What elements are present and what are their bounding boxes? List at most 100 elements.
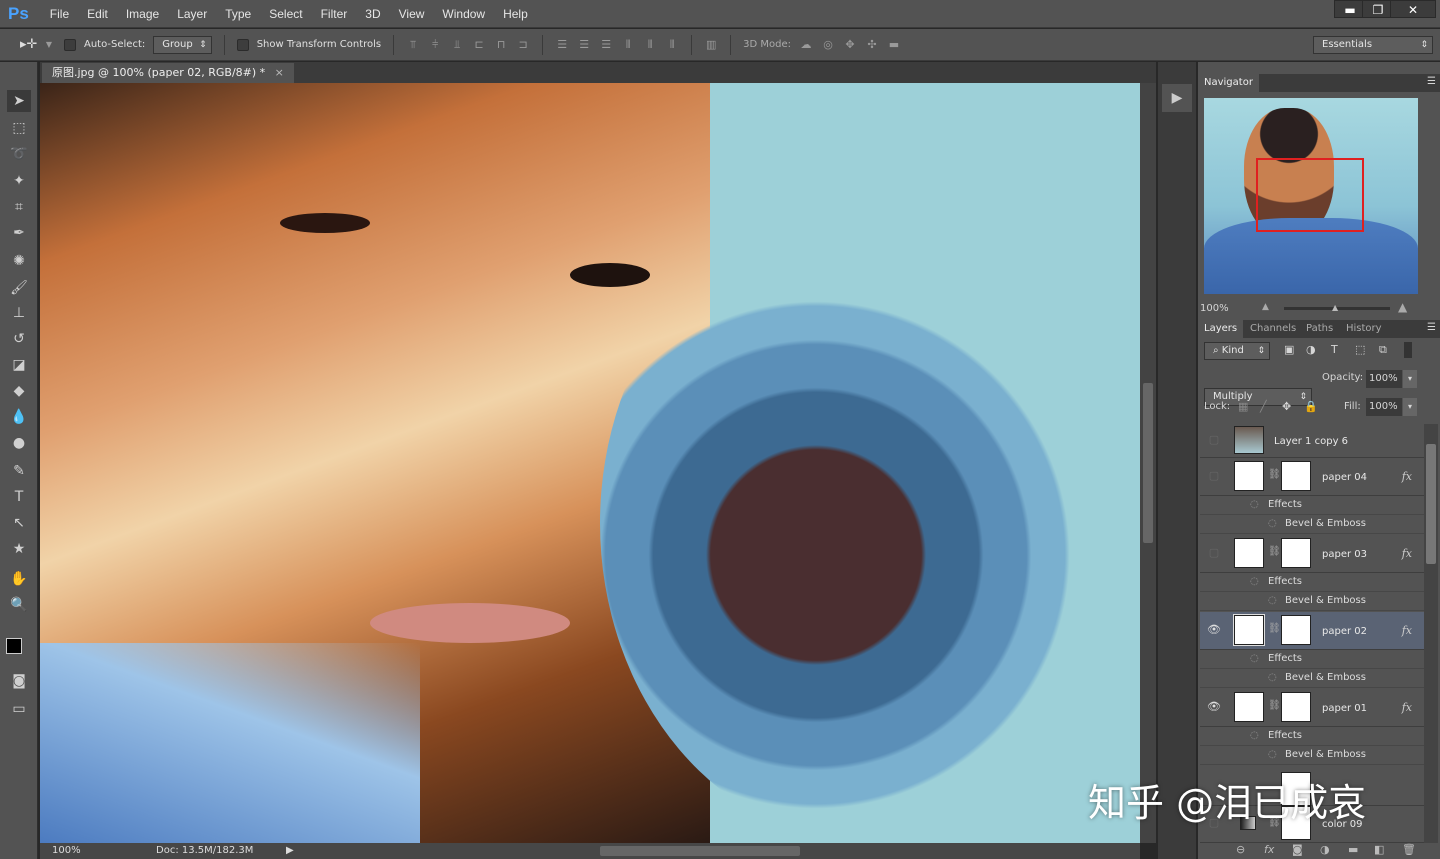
eye-icon[interactable]: ◌ xyxy=(1250,576,1259,587)
panel-menu-icon[interactable]: ☰ xyxy=(1427,76,1436,87)
navigator-zoom-slider[interactable]: ▲ xyxy=(1284,303,1390,312)
eye-icon[interactable]: ◌ xyxy=(1250,730,1259,741)
menu-select[interactable]: Select xyxy=(260,7,311,21)
menu-file[interactable]: File xyxy=(41,7,78,21)
add-style-icon[interactable]: fx xyxy=(1264,843,1274,856)
eye-icon[interactable]: 👁 xyxy=(1206,623,1222,639)
layer-name[interactable]: Layer 1 copy 6 xyxy=(1274,436,1348,447)
close-button[interactable]: ✕ xyxy=(1390,0,1436,18)
menu-layer[interactable]: Layer xyxy=(168,7,216,21)
distribute-top-icon[interactable]: ☰ xyxy=(555,38,569,52)
menu-filter[interactable]: Filter xyxy=(312,7,357,21)
3d-rotate-icon[interactable]: ☁ xyxy=(799,38,813,52)
align-vcenter-icon[interactable]: ⫩ xyxy=(428,38,442,52)
filter-adjustment-icon[interactable]: ◑ xyxy=(1306,343,1316,356)
effect-row[interactable]: ◌ Bevel & Emboss xyxy=(1200,592,1424,611)
auto-align-icon[interactable]: ▥ xyxy=(704,38,718,52)
show-transform-checkbox[interactable] xyxy=(236,38,249,51)
link-layers-icon[interactable]: ⊖ xyxy=(1236,843,1245,856)
path-selection-icon[interactable]: ↖ xyxy=(7,512,31,534)
eye-icon[interactable]: 👁 xyxy=(1206,700,1222,716)
menu-type[interactable]: Type xyxy=(216,7,260,21)
document-canvas[interactable] xyxy=(40,83,1140,843)
delete-layer-icon[interactable]: 🗑 xyxy=(1402,843,1416,856)
add-mask-icon[interactable]: ◙ xyxy=(1292,843,1303,856)
clone-stamp-icon[interactable]: ⊥ xyxy=(7,302,31,324)
layers-panel-menu-icon[interactable]: ☰ xyxy=(1427,322,1436,333)
move-tool-preset-icon[interactable]: ▸✛ xyxy=(20,37,37,52)
fill-input[interactable]: 100% xyxy=(1366,398,1402,416)
scroll-thumb[interactable] xyxy=(1143,383,1153,543)
link-icon[interactable]: ⛓ xyxy=(1268,700,1281,711)
tab-navigator[interactable]: Navigator xyxy=(1198,74,1259,92)
menu-view[interactable]: View xyxy=(390,7,434,21)
eye-icon[interactable]: ◌ xyxy=(1268,672,1277,683)
paint-bucket-icon[interactable]: ◆ xyxy=(7,380,31,402)
navigator-zoom-readout[interactable]: 100% xyxy=(1200,303,1229,314)
tab-history[interactable]: History xyxy=(1340,320,1388,338)
eye-icon[interactable]: ◌ xyxy=(1250,653,1259,664)
distribute-right-icon[interactable]: ⦀ xyxy=(665,38,679,52)
distribute-vcenter-icon[interactable]: ☰ xyxy=(577,38,591,52)
layer-row-layer-1-copy-6[interactable]: ▢ Layer 1 copy 6 xyxy=(1200,424,1424,458)
navigator-preview[interactable] xyxy=(1204,98,1418,294)
menu-help[interactable]: Help xyxy=(494,7,537,21)
new-group-icon[interactable]: ▬ xyxy=(1348,843,1358,856)
fx-icon[interactable]: fx xyxy=(1402,470,1412,483)
play-actions-icon[interactable]: ▶ xyxy=(1162,84,1192,112)
document-tab[interactable]: 原图.jpg @ 100% (paper 02, RGB/8#) * × xyxy=(42,63,294,83)
eye-icon[interactable]: ◌ xyxy=(1250,499,1259,510)
workspace-dropdown[interactable]: Essentials xyxy=(1313,36,1433,54)
filter-toggle[interactable] xyxy=(1404,342,1412,358)
layer-mask-thumbnail[interactable] xyxy=(1281,538,1311,568)
lock-position-icon[interactable]: ✥ xyxy=(1282,400,1291,413)
eraser-icon[interactable]: ◪ xyxy=(7,354,31,376)
filter-smart-object-icon[interactable]: ⧉ xyxy=(1379,343,1387,357)
align-left-icon[interactable]: ⊏ xyxy=(472,38,486,52)
filter-shape-icon[interactable]: ⬚ xyxy=(1355,343,1365,356)
status-menu-arrow-icon[interactable]: ▶ xyxy=(286,843,294,859)
effects-row[interactable]: ◌ Effects xyxy=(1200,496,1424,515)
zoom-readout[interactable]: 100% xyxy=(52,843,81,859)
menu-3d[interactable]: 3D xyxy=(356,7,389,21)
crop-tool-icon[interactable]: ⌗ xyxy=(7,196,31,218)
layer-name[interactable]: paper 03 xyxy=(1322,549,1367,560)
shape-tool-icon[interactable]: ★ xyxy=(7,538,31,560)
lock-all-icon[interactable]: 🔒 xyxy=(1304,400,1318,413)
align-top-icon[interactable]: ⫪ xyxy=(406,38,420,52)
layer-name[interactable]: paper 01 xyxy=(1322,703,1367,714)
effect-row[interactable]: ◌ Bevel & Emboss xyxy=(1200,746,1424,765)
tab-layers[interactable]: Layers xyxy=(1198,320,1244,338)
healing-brush-icon[interactable]: ✺ xyxy=(7,250,31,272)
menu-window[interactable]: Window xyxy=(433,7,494,21)
lock-transparent-icon[interactable]: ▦ xyxy=(1238,400,1248,413)
layer-row-paper-02[interactable]: 👁 ⛓ paper 02 fx xyxy=(1200,612,1424,650)
hand-tool-icon[interactable]: ✋ xyxy=(7,568,31,590)
visibility-toggle[interactable]: ▢ xyxy=(1206,469,1222,485)
visibility-toggle[interactable]: ▢ xyxy=(1206,433,1222,449)
dodge-tool-icon[interactable]: ● xyxy=(7,432,31,454)
fill-slider-button[interactable]: ▾ xyxy=(1403,398,1417,416)
align-hcenter-icon[interactable]: ⊓ xyxy=(494,38,508,52)
layers-scroll-thumb[interactable] xyxy=(1426,444,1436,564)
lasso-tool-icon[interactable]: ➰ xyxy=(7,143,31,165)
align-right-icon[interactable]: ⊐ xyxy=(516,38,530,52)
zoom-in-icon[interactable]: ▲ xyxy=(1398,300,1407,314)
filter-kind-dropdown[interactable]: ⌕ Kind xyxy=(1204,342,1270,360)
tab-paths[interactable]: Paths xyxy=(1300,320,1339,338)
distribute-hcenter-icon[interactable]: ⦀ xyxy=(643,38,657,52)
move-tool-icon[interactable]: ➤ xyxy=(7,90,31,112)
pen-tool-icon[interactable]: ✎ xyxy=(7,460,31,482)
effect-row[interactable]: ◌ Bevel & Emboss xyxy=(1200,515,1424,534)
layer-mask-thumbnail[interactable] xyxy=(1281,692,1311,722)
layer-name[interactable]: paper 02 xyxy=(1322,626,1367,637)
tab-channels[interactable]: Channels xyxy=(1244,320,1302,338)
layer-mask-thumbnail[interactable] xyxy=(1281,615,1311,645)
link-icon[interactable]: ⛓ xyxy=(1268,546,1281,557)
auto-select-checkbox[interactable] xyxy=(64,38,76,51)
filter-type-icon[interactable]: T xyxy=(1331,343,1338,356)
layer-row-paper-01[interactable]: 👁 ⛓ paper 01 fx xyxy=(1200,689,1424,727)
layer-name[interactable]: paper 04 xyxy=(1322,472,1367,483)
auto-select-dropdown[interactable]: Group xyxy=(153,35,212,54)
screen-mode-icon[interactable]: ▭ xyxy=(7,698,31,720)
